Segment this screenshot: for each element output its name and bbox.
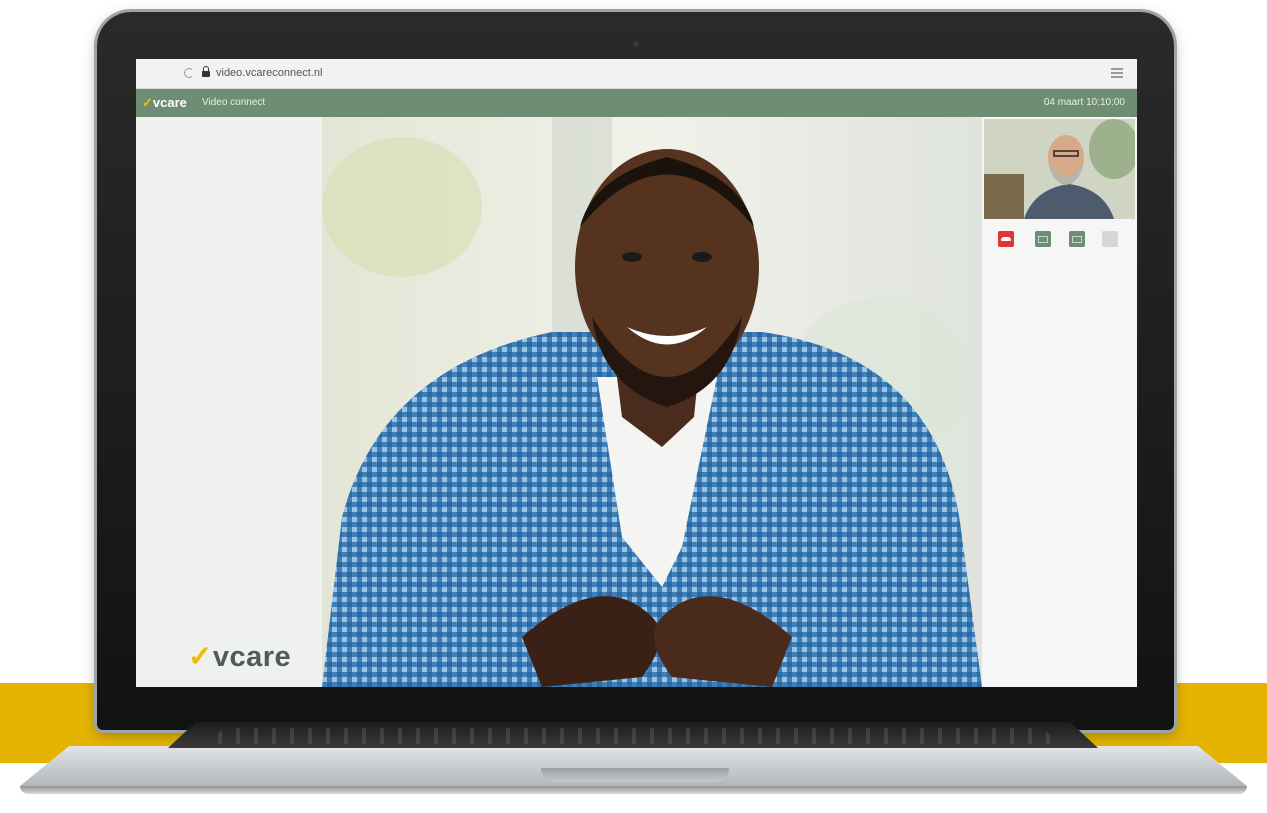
left-sidebar: ✓vcare <box>136 117 322 687</box>
right-panel <box>982 117 1137 687</box>
microphone-button[interactable] <box>1035 231 1051 247</box>
keyboard-keys <box>205 728 1061 744</box>
laptop-opening-notch <box>541 768 729 782</box>
app-header: ✓vcare Video connect 04 maart 10:10:00 <box>136 89 1137 117</box>
self-view-video <box>984 119 1135 219</box>
lock-icon <box>202 66 210 78</box>
camera-button[interactable] <box>1069 231 1085 247</box>
laptop-lid: video.vcareconnect.nl ✓vcare Video conne… <box>97 12 1174 730</box>
more-options-button[interactable] <box>1102 231 1118 247</box>
reload-icon[interactable] <box>184 68 194 78</box>
header-brand-logo: ✓vcare <box>142 95 187 110</box>
laptop-screen: video.vcareconnect.nl ✓vcare Video conne… <box>136 59 1137 687</box>
remote-video-feed <box>322 117 982 687</box>
phone-hangup-icon <box>1001 237 1011 241</box>
microphone-icon <box>1038 236 1048 243</box>
header-datetime: 04 maart 10:10:00 <box>1043 97 1125 108</box>
laptop-base-edge <box>20 786 1247 794</box>
app-title: Video connect <box>202 97 266 108</box>
camera-icon <box>1072 236 1082 243</box>
webcam-icon <box>633 41 639 47</box>
hang-up-button[interactable] <box>998 231 1014 247</box>
self-view-image <box>984 119 1135 219</box>
hamburger-menu-icon[interactable] <box>1111 68 1123 78</box>
vcare-logo: ✓vcare <box>188 641 292 673</box>
url-text[interactable]: video.vcareconnect.nl <box>216 67 322 79</box>
remote-participant-image <box>322 117 982 687</box>
browser-address-bar: video.vcareconnect.nl <box>136 59 1137 89</box>
